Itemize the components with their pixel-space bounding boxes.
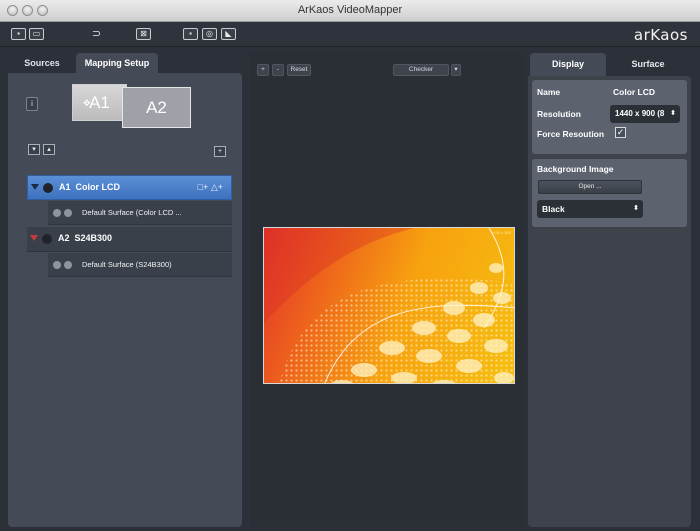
- display-preview[interactable]: 1440 x 900: [263, 227, 515, 384]
- resolution-label: Resolution: [537, 109, 581, 119]
- display-name: Color LCD: [75, 182, 121, 192]
- preview-mode-select[interactable]: Checker: [393, 64, 449, 76]
- preview-area: + - Reset Checker ▾ 1440 x 900: [250, 53, 524, 527]
- screen-b-icon[interactable]: ◎: [202, 28, 217, 40]
- arkaos-logo: arKaos: [633, 26, 688, 44]
- display-row-a1[interactable]: A1 Color LCD □+ △+: [27, 175, 232, 200]
- tab-display[interactable]: Display: [530, 53, 606, 76]
- move-cursor-icon: ✥: [83, 98, 91, 108]
- display-properties-body: Name Color LCD Resolution 1440 x 900 (8 …: [528, 76, 691, 527]
- mapping-setup-body: i ✥ A1 A2 ▾ ▴ + A1 Color LCD □+ △+ Defau…: [8, 73, 242, 527]
- reset-button[interactable]: Reset: [287, 64, 311, 76]
- lock-dot[interactable]: [64, 209, 72, 217]
- surface-name: Default Surface (S24B300): [82, 260, 172, 269]
- force-resolution-label: Force Resoution: [537, 129, 605, 139]
- visibility-dot[interactable]: [53, 209, 61, 217]
- expand-triangle-icon[interactable]: [30, 235, 38, 241]
- title-bar: ArKaos VideoMapper: [0, 0, 700, 22]
- screen-a-icon[interactable]: ▪: [183, 28, 198, 40]
- screen-a1-label: A1: [89, 93, 110, 112]
- surface-row-a2[interactable]: Default Surface (S24B300): [48, 253, 232, 277]
- select-arrows-icon: ⬍: [633, 205, 639, 212]
- tab-mapping-setup[interactable]: Mapping Setup: [76, 53, 158, 73]
- window-title: ArKaos VideoMapper: [297, 4, 403, 16]
- display-id: A2: [58, 233, 70, 243]
- name-label: Name: [537, 87, 561, 97]
- collapse-all-icon[interactable]: ▾: [28, 144, 40, 155]
- background-image-title: Background Image: [537, 164, 614, 174]
- display-id: A1: [59, 182, 71, 192]
- preview-mode-arrow-icon[interactable]: ▾: [451, 64, 461, 76]
- tab-sources[interactable]: Sources: [8, 53, 76, 73]
- background-color-value: Black: [542, 204, 565, 214]
- select-arrows-icon: ⬍: [670, 110, 676, 117]
- name-value[interactable]: Color LCD: [613, 87, 655, 97]
- display-row-a2[interactable]: A2 S24B300: [27, 227, 232, 252]
- preview-artwork: [264, 228, 514, 383]
- status-dot: [43, 183, 53, 193]
- surface-name: Default Surface (Color LCD ...: [82, 208, 182, 217]
- screen-c-icon[interactable]: ◣: [221, 28, 236, 40]
- zoom-in-button[interactable]: +: [257, 64, 269, 76]
- toolbar: ▪ ▭ ⊃ ⊠ ▪ ◎ ◣ arKaos: [0, 22, 700, 47]
- fit-icon[interactable]: ⊠: [136, 28, 151, 40]
- window-icon[interactable]: ▭: [29, 28, 44, 40]
- loop-icon[interactable]: ⊃: [89, 28, 104, 40]
- add-display-button[interactable]: +: [214, 146, 226, 157]
- resolution-value: 1440 x 900 (8: [615, 109, 665, 118]
- display-properties: Name Color LCD Resolution 1440 x 900 (8 …: [532, 80, 687, 154]
- display-icon[interactable]: ▪: [11, 28, 26, 40]
- expand-all-icon[interactable]: ▴: [43, 144, 55, 155]
- force-resolution-checkbox[interactable]: ✓: [615, 127, 626, 138]
- display-name: S24B300: [74, 233, 113, 243]
- info-button[interactable]: i: [26, 97, 38, 111]
- screen-a1[interactable]: ✥ A1: [72, 84, 127, 121]
- inspector-panel: Display Surface Name Color LCD Resolutio…: [528, 53, 691, 527]
- open-image-button[interactable]: Open ...: [538, 180, 642, 194]
- mapping-panel: Sources Mapping Setup i ✥ A1 A2 ▾ ▴ + A1…: [8, 53, 242, 527]
- lock-dot[interactable]: [64, 261, 72, 269]
- screen-a2[interactable]: A2: [122, 87, 191, 128]
- surface-row-a1[interactable]: Default Surface (Color LCD ...: [48, 201, 232, 225]
- zoom-out-button[interactable]: -: [272, 64, 284, 76]
- screen-a2-label: A2: [146, 98, 167, 117]
- resolution-select[interactable]: 1440 x 900 (8 ⬍: [610, 105, 680, 123]
- expand-triangle-icon[interactable]: [31, 184, 39, 190]
- background-image-section: Background Image Open ... Black ⬍: [532, 159, 687, 227]
- add-surface-icons[interactable]: □+ △+: [198, 182, 223, 193]
- visibility-dot[interactable]: [53, 261, 61, 269]
- status-dot: [42, 234, 52, 244]
- tab-surface[interactable]: Surface: [606, 53, 690, 76]
- preview-caption: 1440 x 900: [491, 230, 511, 235]
- background-color-select[interactable]: Black ⬍: [537, 200, 643, 218]
